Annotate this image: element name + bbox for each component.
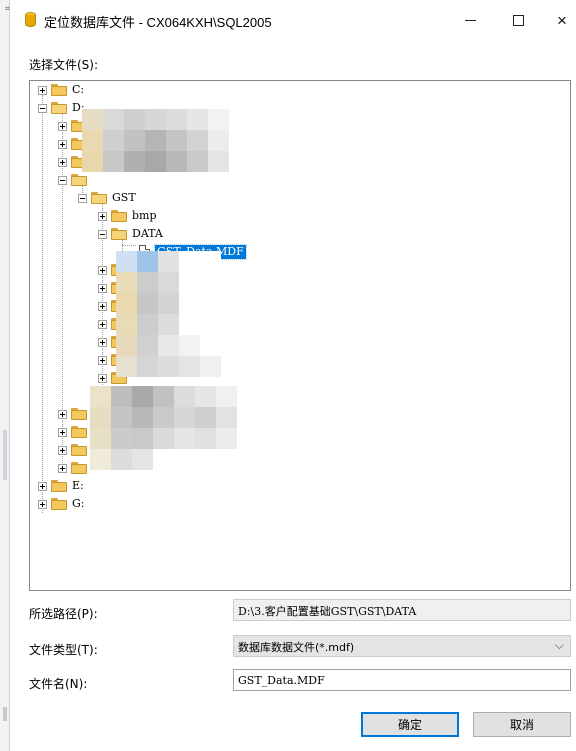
expand-icon[interactable]	[98, 266, 107, 275]
ok-button[interactable]: 确定	[361, 712, 459, 737]
database-icon	[25, 12, 36, 27]
collapse-icon[interactable]	[78, 194, 87, 203]
title-bar: 定位数据库文件 - CX064KXH\SQL2005 ×	[10, 0, 576, 40]
expand-icon[interactable]	[98, 302, 107, 311]
tree-node-drive-c[interactable]: C:	[30, 81, 150, 99]
folder-icon	[71, 426, 87, 438]
expand-icon[interactable]	[58, 158, 67, 167]
open-folder-icon	[91, 192, 107, 204]
tree-node-redacted[interactable]	[50, 423, 90, 441]
folder-icon	[71, 408, 87, 420]
expand-icon[interactable]	[38, 482, 47, 491]
tree-node-label: GST	[112, 191, 136, 204]
minimize-button[interactable]	[447, 0, 493, 40]
folder-icon	[51, 84, 67, 96]
open-folder-icon	[71, 174, 87, 186]
folder-icon	[71, 462, 87, 474]
expand-icon[interactable]	[58, 428, 67, 437]
tree-node-drive-g[interactable]: G:	[30, 495, 150, 513]
edge-mark	[3, 707, 7, 721]
background-window-edge: ⌗	[0, 0, 10, 751]
close-icon: ×	[557, 10, 567, 30]
tree-line	[42, 95, 43, 513]
open-folder-icon	[51, 102, 67, 114]
chevron-down-icon: ⌵	[554, 638, 564, 652]
expand-icon[interactable]	[98, 374, 107, 383]
maximize-icon	[512, 14, 524, 26]
expand-icon[interactable]	[58, 464, 67, 473]
open-folder-icon	[111, 228, 127, 240]
expand-icon[interactable]	[58, 140, 67, 149]
expand-icon[interactable]	[58, 446, 67, 455]
file-name-label: 文件名(N):	[29, 677, 88, 691]
select-file-label: 选择文件(S):	[29, 58, 99, 72]
window-title: 定位数据库文件 - CX064KXH\SQL2005	[44, 15, 272, 30]
tree-node-drive-e[interactable]: E:	[30, 477, 150, 495]
maximize-button[interactable]	[495, 0, 541, 40]
redacted-region	[82, 109, 250, 172]
close-button[interactable]: ×	[539, 0, 576, 40]
expand-icon[interactable]	[38, 500, 47, 509]
tree-node-label: E:	[72, 479, 84, 492]
expand-icon[interactable]	[58, 122, 67, 131]
edge-scroll-mark	[3, 430, 7, 480]
expand-icon[interactable]	[58, 410, 67, 419]
tree-node-label: DATA	[132, 227, 163, 240]
collapse-icon[interactable]	[38, 104, 47, 113]
collapse-icon[interactable]	[98, 230, 107, 239]
folder-icon	[71, 444, 87, 456]
file-type-label: 文件类型(T):	[29, 643, 98, 657]
expand-icon[interactable]	[98, 320, 107, 329]
tree-node-label: G:	[72, 497, 85, 510]
tree-node-label: bmp	[132, 209, 157, 222]
tree-node-gst[interactable]: GST	[70, 189, 190, 207]
selected-path-label: 所选路径(P):	[29, 607, 98, 621]
file-name-input[interactable]	[233, 669, 571, 691]
folder-icon	[51, 498, 67, 510]
expand-icon[interactable]	[98, 338, 107, 347]
file-type-select[interactable]: 数据库数据文件(*.mdf) ⌵	[233, 635, 571, 657]
redacted-region	[90, 386, 258, 470]
tree-node-redacted[interactable]	[50, 405, 90, 423]
file-type-value: 数据库数据文件(*.mdf)	[238, 641, 355, 654]
folder-icon	[111, 210, 127, 222]
selected-path-field: D:\3.客户配置基础GST\GST\DATA	[233, 599, 571, 621]
minimize-icon	[464, 19, 476, 21]
collapse-icon[interactable]	[58, 176, 67, 185]
expand-icon[interactable]	[98, 212, 107, 221]
folder-icon	[51, 480, 67, 492]
tree-node-bmp[interactable]: bmp	[90, 207, 210, 225]
edge-glyph: ⌗	[5, 4, 10, 13]
expand-icon[interactable]	[98, 284, 107, 293]
tree-node-redacted[interactable]	[50, 171, 90, 189]
expand-icon[interactable]	[98, 356, 107, 365]
redacted-region	[116, 251, 221, 377]
tree-node-redacted[interactable]	[50, 459, 90, 477]
tree-node-redacted[interactable]	[50, 441, 90, 459]
tree-node-data[interactable]: DATA	[90, 225, 210, 243]
tree-node-label: C:	[72, 83, 85, 96]
cancel-button[interactable]: 取消	[473, 712, 571, 737]
folder-tree[interactable]: C: D: GST bmp DATA E: G:	[29, 80, 571, 591]
expand-icon[interactable]	[38, 86, 47, 95]
